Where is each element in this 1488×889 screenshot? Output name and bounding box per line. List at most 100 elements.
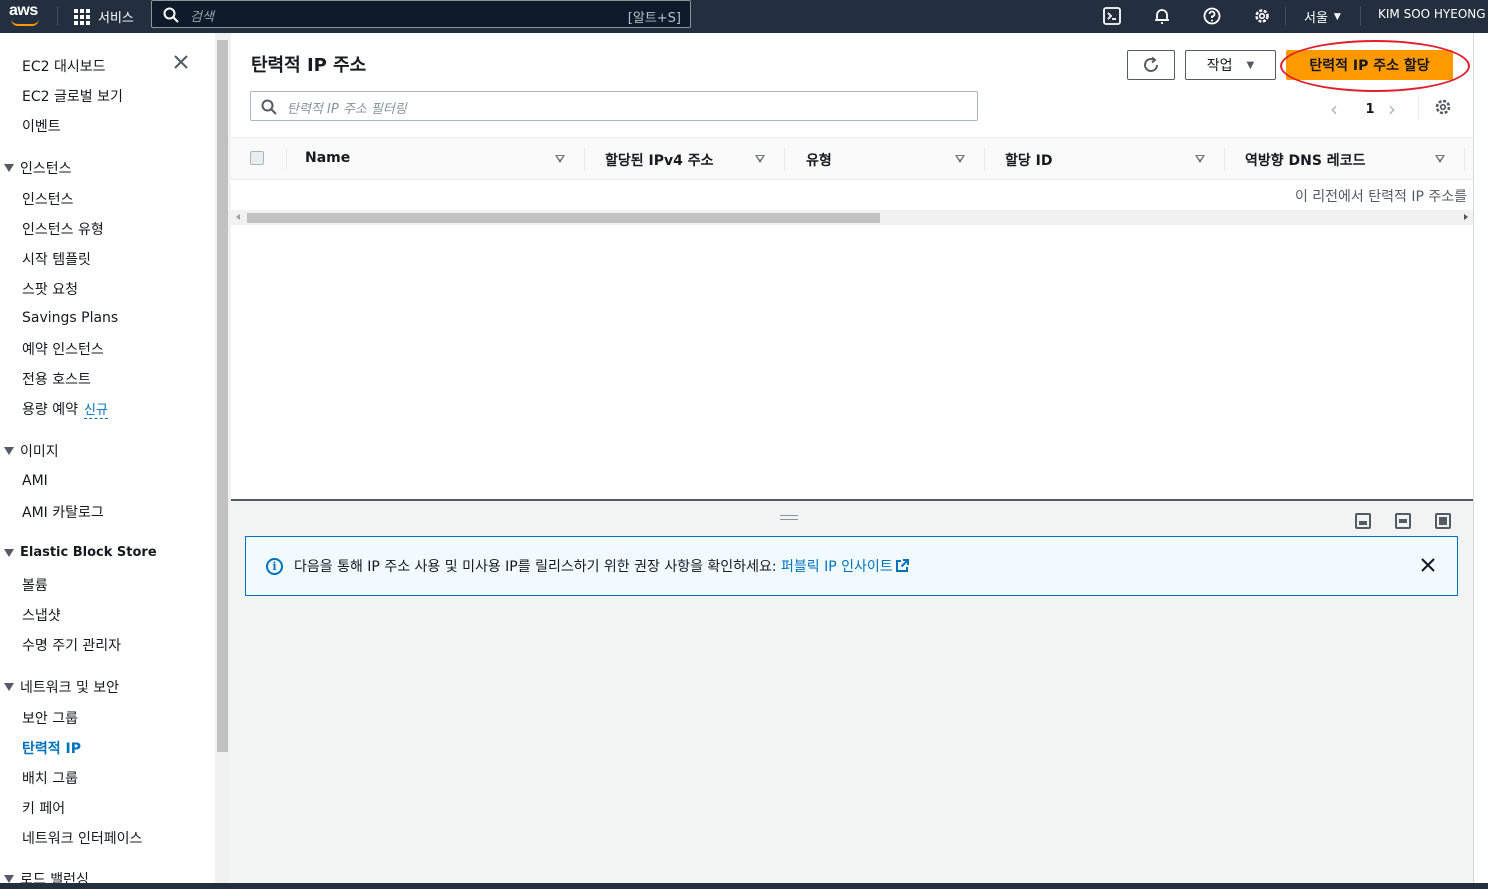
sidebar-item-events[interactable]: 이벤트 xyxy=(22,116,61,136)
region-label: 서울 xyxy=(1304,11,1328,26)
sidebar-item-spot-requests[interactable]: 스팟 요청 xyxy=(22,279,78,299)
sidebar-item-volumes[interactable]: 볼륨 xyxy=(22,575,48,595)
panel-bottom-icon[interactable] xyxy=(1355,513,1371,529)
section-title: 이미지 xyxy=(20,444,59,460)
horizontal-scrollbar[interactable] xyxy=(231,210,1473,225)
column-header-ipv4[interactable]: 할당된 IPv4 주소 xyxy=(605,150,714,170)
sidebar-item-reserved-instances[interactable]: 예약 인스턴스 xyxy=(22,339,104,359)
sidebar-item-lifecycle-manager[interactable]: 수명 주기 관리자 xyxy=(22,635,121,655)
help-icon[interactable] xyxy=(1200,4,1224,28)
sidebar-item-elastic-ip[interactable]: 탄력적 IP xyxy=(22,738,81,758)
caret-down-icon xyxy=(4,548,14,557)
sidebar-section-load-balancing[interactable]: 로드 밸런싱 xyxy=(4,869,89,883)
elastic-ip-table-panel: 탄력적 IP 주소 작업 ▼ 탄력적 IP 주소 할당 탄력적 IP 주소 필터… xyxy=(231,33,1473,500)
public-ip-insights-link[interactable]: 퍼블릭 IP 인사이트 xyxy=(781,559,893,575)
refresh-button[interactable] xyxy=(1127,50,1175,80)
table-header: Name 할당된 IPv4 주소 유형 할당 ID 역방향 DNS 레코드 xyxy=(231,137,1473,180)
sort-icon[interactable] xyxy=(1435,155,1445,163)
horizontal-scrollbar-thumb[interactable] xyxy=(247,213,880,223)
sidebar-item-security-groups[interactable]: 보안 그룹 xyxy=(22,708,78,728)
sidebar-item-snapshots[interactable]: 스냅샷 xyxy=(22,605,61,625)
column-header-reverse-dns[interactable]: 역방향 DNS 레코드 xyxy=(1245,150,1365,170)
actions-label: 작업 xyxy=(1206,58,1233,74)
actions-button[interactable]: 작업 ▼ xyxy=(1185,50,1276,80)
filter-input[interactable]: 탄력적 IP 주소 필터링 xyxy=(250,91,978,121)
page-number[interactable]: 1 xyxy=(1352,102,1388,117)
select-all-checkbox[interactable] xyxy=(250,151,264,165)
gear-icon[interactable] xyxy=(1250,4,1274,28)
panel-middle-icon[interactable] xyxy=(1395,513,1411,529)
sidebar-item-label: 용량 예약 xyxy=(22,402,78,418)
section-title: Elastic Block Store xyxy=(20,545,157,560)
sidebar-section-instances[interactable]: 인스턴스 xyxy=(4,158,72,178)
caret-down-icon xyxy=(4,164,14,172)
sidebar-item-ami[interactable]: AMI xyxy=(22,473,48,489)
sidebar-section-network-security[interactable]: 네트워크 및 보안 xyxy=(4,677,119,697)
aws-smile-icon xyxy=(11,19,39,26)
scroll-left-icon[interactable] xyxy=(236,214,240,220)
grid-icon xyxy=(74,8,90,25)
chevron-left-icon[interactable]: ‹ xyxy=(1330,97,1352,121)
sidebar-item-ec2-dashboard[interactable]: EC2 대시보드 xyxy=(22,56,106,76)
caret-down-icon: ▼ xyxy=(1246,59,1255,71)
user-name: KIM SOO HYEONG xyxy=(1378,7,1486,21)
sidebar-item-savings-plans[interactable]: Savings Plans xyxy=(22,310,118,326)
sidebar-item-ami-catalog[interactable]: AMI 카탈로그 xyxy=(22,502,104,522)
column-divider xyxy=(584,148,585,170)
bottom-bar xyxy=(0,883,1488,889)
sidebar-item-key-pairs[interactable]: 키 페어 xyxy=(22,798,65,818)
bell-icon[interactable] xyxy=(1150,4,1174,28)
sidebar-item-launch-templates[interactable]: 시작 템플릿 xyxy=(22,249,91,269)
column-divider xyxy=(1464,148,1465,170)
split-panel-divider[interactable] xyxy=(231,499,1473,501)
column-divider xyxy=(1224,148,1225,170)
sidebar-item-instance-types[interactable]: 인스턴스 유형 xyxy=(22,219,104,239)
nav-divider xyxy=(1285,6,1286,26)
sidebar-item-ec2-global-view[interactable]: EC2 글로벌 보기 xyxy=(22,86,123,106)
sidebar-item-network-interfaces[interactable]: 네트워크 인터페이스 xyxy=(22,828,142,848)
aws-logo[interactable]: aws xyxy=(8,2,44,30)
sidebar-section-images[interactable]: 이미지 xyxy=(4,441,59,461)
caret-down-icon xyxy=(4,683,14,691)
services-menu-button[interactable]: 서비스 xyxy=(74,0,134,33)
cloudshell-icon[interactable] xyxy=(1100,4,1124,28)
user-menu[interactable]: KIM SOO HYEONG ▼ xyxy=(1378,7,1488,21)
column-divider xyxy=(784,148,785,170)
info-alert: i 다음을 통해 IP 주소 사용 및 미사용 IP를 릴리스하기 위한 권장 … xyxy=(245,536,1458,596)
settings-gear-icon[interactable] xyxy=(1434,98,1452,116)
new-badge: 신규 xyxy=(83,403,108,419)
region-selector[interactable]: 서울 ▼ xyxy=(1304,7,1341,26)
right-panel-edge xyxy=(1473,33,1488,883)
sort-icon[interactable] xyxy=(955,155,965,163)
scroll-right-icon[interactable] xyxy=(1464,214,1468,220)
chevron-right-icon[interactable]: › xyxy=(1388,97,1410,121)
close-icon[interactable] xyxy=(1421,558,1435,572)
sidebar-item-instances[interactable]: 인스턴스 xyxy=(22,189,74,209)
nav-divider xyxy=(57,6,58,26)
panel-full-icon[interactable] xyxy=(1435,513,1451,529)
sort-icon[interactable] xyxy=(555,155,565,163)
column-header-name[interactable]: Name xyxy=(305,150,350,166)
sidebar-scrollbar-thumb[interactable] xyxy=(217,40,228,752)
sidebar-item-capacity-reservations[interactable]: 용량 예약 신규 xyxy=(22,399,108,419)
top-navigation: aws 서비스 검색 [알트+S] 서울 ▼ KIM SOO HYEONG ▼ xyxy=(0,0,1488,33)
refresh-icon xyxy=(1144,56,1158,72)
sidebar-item-placement-groups[interactable]: 배치 그룹 xyxy=(22,768,78,788)
column-header-type[interactable]: 유형 xyxy=(806,150,832,170)
search-shortcut: [알트+S] xyxy=(627,11,681,26)
services-label: 서비스 xyxy=(98,11,134,26)
drag-handle-icon[interactable] xyxy=(780,515,798,523)
sort-icon[interactable] xyxy=(755,155,765,163)
column-divider xyxy=(984,148,985,170)
section-title: 로드 밸런싱 xyxy=(20,872,89,883)
column-header-allocation-id[interactable]: 할당 ID xyxy=(1005,150,1052,170)
allocate-elastic-ip-button[interactable]: 탄력적 IP 주소 할당 xyxy=(1286,50,1453,80)
sidebar-section-ebs[interactable]: Elastic Block Store xyxy=(4,545,157,560)
sidebar-item-dedicated-hosts[interactable]: 전용 호스트 xyxy=(22,369,91,389)
search-input[interactable]: 검색 [알트+S] xyxy=(151,0,691,28)
close-icon[interactable] xyxy=(174,55,188,69)
sort-icon[interactable] xyxy=(1195,155,1205,163)
pagination: ‹ 1 › xyxy=(1330,97,1410,121)
caret-down-icon: ▼ xyxy=(1333,11,1341,22)
external-link-icon[interactable] xyxy=(895,559,909,573)
